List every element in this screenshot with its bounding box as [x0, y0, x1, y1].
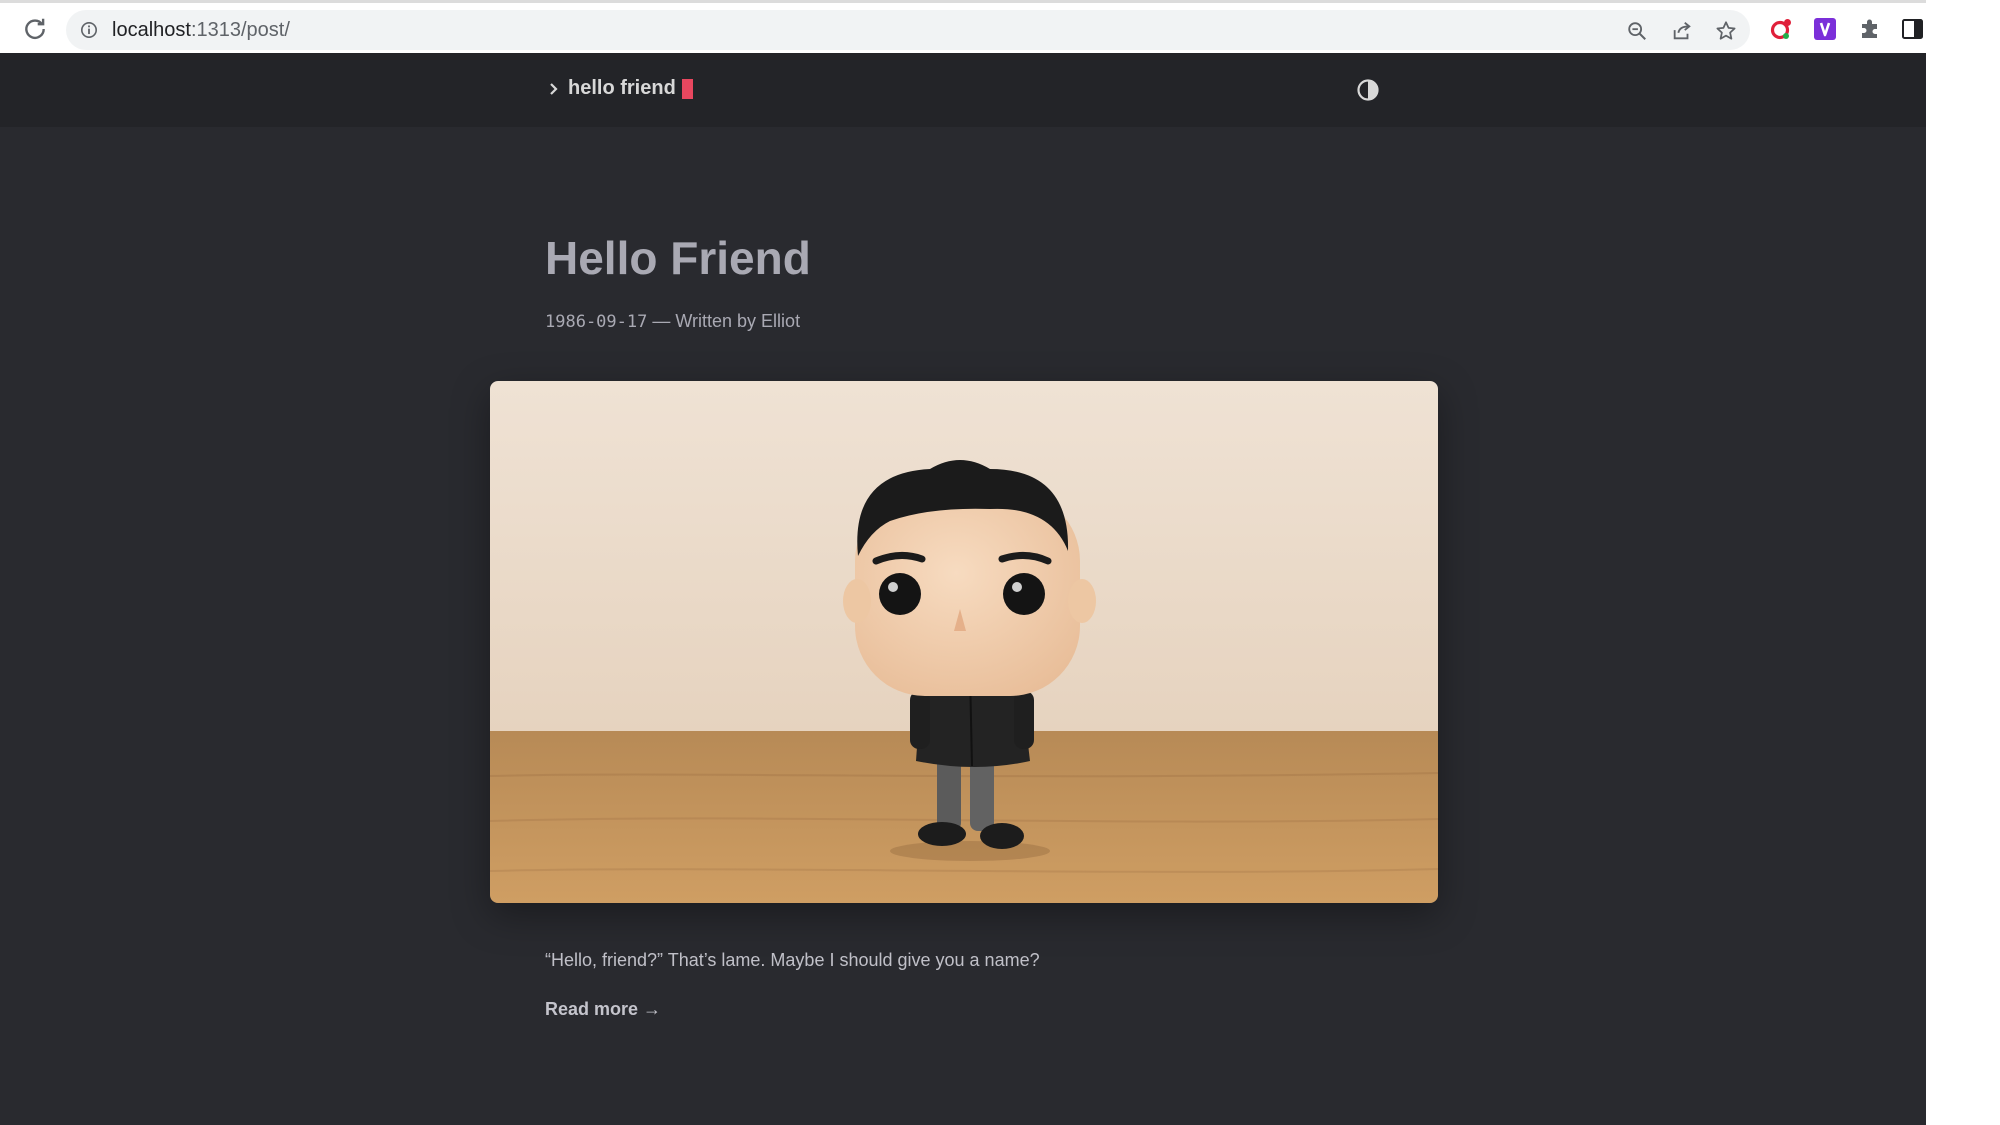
post-cover-image[interactable] [490, 381, 1438, 903]
read-more-link[interactable]: Read more → [545, 999, 661, 1020]
logo-cursor [681, 78, 693, 99]
contrast-icon[interactable] [1356, 78, 1380, 102]
post-author: — Written by Elliot [647, 311, 801, 331]
page-body: hello friend Hello Friend 1986-09-17 — W… [0, 53, 1926, 1125]
url-text[interactable]: localhost:1313/post/ [112, 19, 290, 42]
chevron-right-icon [550, 82, 558, 95]
figurine-photo [490, 381, 1438, 903]
page-margin [1926, 0, 2000, 1125]
opera-extension-icon[interactable] [1769, 17, 1793, 41]
post-excerpt: “Hello, friend?” That’s lame. Maybe I sh… [545, 950, 1040, 970]
site-logo[interactable]: hello friend [546, 77, 693, 100]
zoom-out-icon[interactable] [1626, 20, 1648, 42]
browser-toolbar: localhost:1313/post/ [0, 0, 1926, 53]
reload-icon[interactable] [22, 16, 48, 42]
side-panel-icon[interactable] [1901, 17, 1925, 41]
v-extension-icon[interactable] [1813, 17, 1837, 41]
post-title[interactable]: Hello Friend [545, 231, 811, 285]
post-date: 1986-09-17 [545, 312, 648, 332]
extensions-puzzle-icon[interactable] [1858, 17, 1882, 41]
post-meta: 1986-09-17 — Written by Elliot [545, 311, 800, 332]
bookmark-star-icon[interactable] [1715, 20, 1737, 42]
site-header: hello friend [0, 53, 1926, 127]
site-info-icon[interactable] [80, 21, 98, 39]
logo-text: hello friend [568, 77, 676, 99]
share-icon[interactable] [1671, 20, 1693, 42]
address-bar[interactable]: localhost:1313/post/ [66, 10, 1750, 50]
